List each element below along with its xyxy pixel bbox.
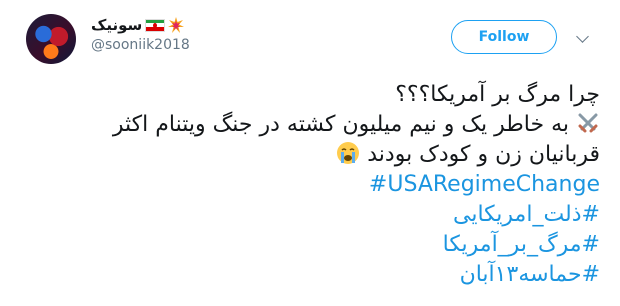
crossed-swords-icon [578, 113, 598, 133]
display-name[interactable]: سونیک [91, 16, 142, 34]
tweet-line-3: قربانیان زن و کودک بودند [40, 140, 600, 170]
collision-icon [168, 17, 185, 33]
user-handle[interactable]: @sooniik2018 [91, 37, 190, 53]
user-info: سونیک @sooniik2018 [91, 14, 190, 53]
hashtag-link[interactable]: #USARegimeChange [40, 170, 600, 200]
avatar[interactable] [26, 14, 76, 64]
hashtag-link[interactable]: #ذلت_امریکایی [40, 200, 600, 230]
tweet-text: چرا مرگ بر آمریکا؟؟؟ به خاطر یک و نیم می… [40, 80, 600, 290]
hashtag-link[interactable]: #حماسه۱۳آبان [40, 260, 600, 290]
chevron-down-icon[interactable] [576, 30, 589, 43]
iran-flag-icon [145, 18, 166, 32]
tweet-line-3-text: قربانیان زن و کودک بودند [367, 142, 600, 167]
follow-button[interactable]: Follow [451, 20, 557, 54]
hashtag-link[interactable]: #مرگ_بر_آمریکا [40, 230, 600, 260]
name-row: سونیک [91, 14, 190, 36]
crying-face-icon [337, 142, 360, 164]
tweet-line-1: چرا مرگ بر آمریکا؟؟؟ [395, 82, 600, 107]
tweet-line-2: به خاطر یک و نیم میلیون کشته در جنگ ویتن… [40, 110, 600, 140]
tweet-line-2-text: به خاطر یک و نیم میلیون کشته در جنگ ویتن… [112, 112, 569, 137]
